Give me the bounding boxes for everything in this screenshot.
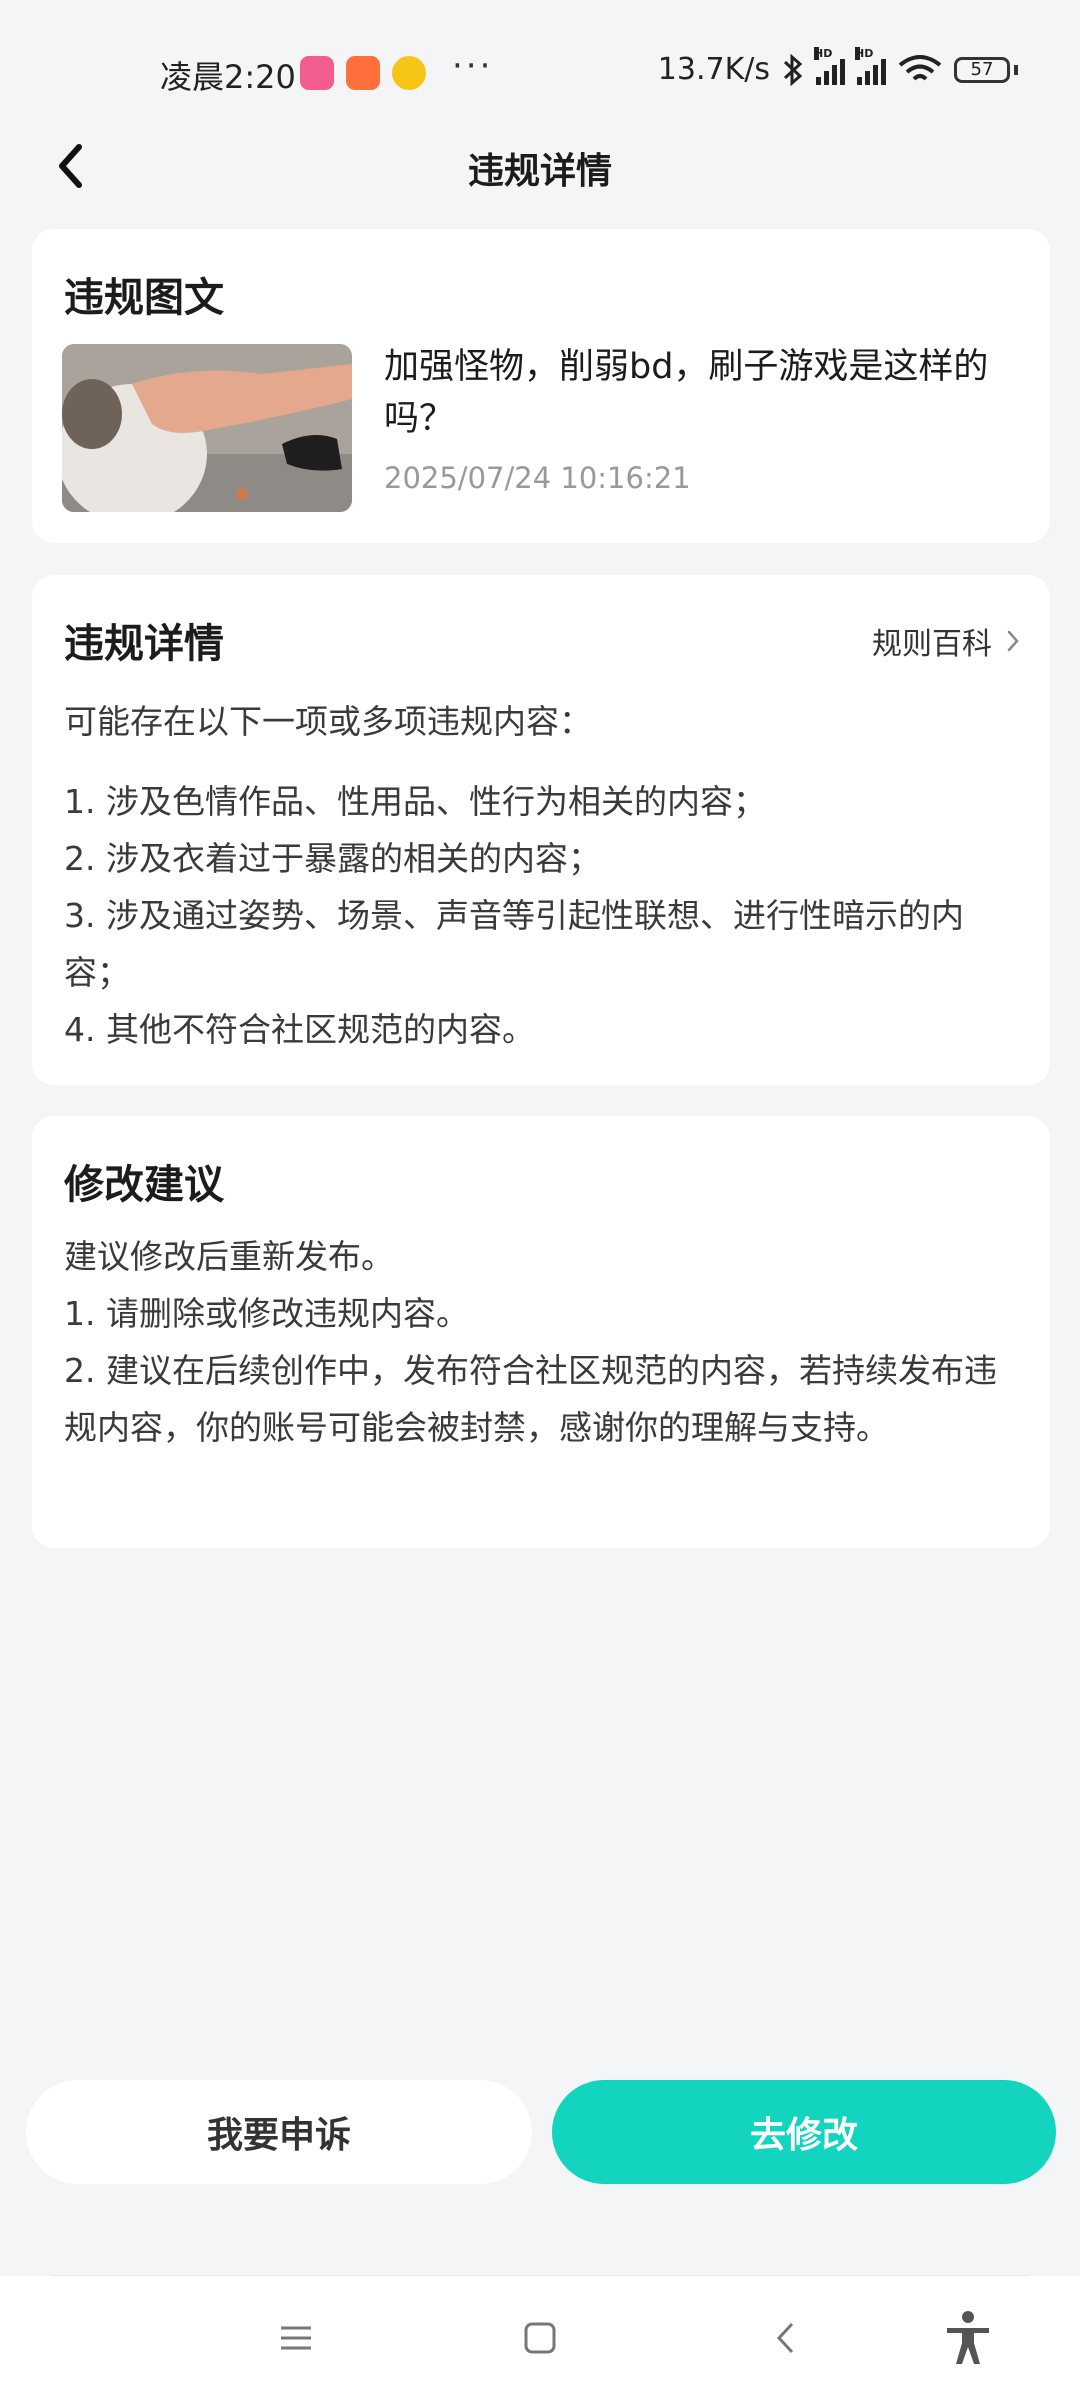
card-title: 违规图文 [64,275,224,321]
list-item: 建议修改后重新发布。 [64,1237,394,1276]
appeal-button[interactable]: 我要申诉 [26,2080,532,2184]
modify-button[interactable]: 去修改 [552,2080,1056,2184]
accessibility-icon[interactable] [940,2310,996,2366]
net-speed: 13.7K/s [657,52,770,87]
weibo-icon [392,56,426,90]
back-nav-icon[interactable] [758,2310,814,2366]
signal-icon: HD [814,46,845,85]
post-thumbnail[interactable] [62,344,352,512]
card-title: 违规详情 [64,621,224,667]
suggestion-text: 建议修改后重新发布。 1. 请删除或修改违规内容。 2. 建议在后续创作中，发布… [64,1228,1024,1456]
wifi-icon [898,54,942,80]
battery-icon: 57 [954,56,1010,83]
card-title: 修改建议 [64,1162,224,1208]
chevron-right-icon [1007,630,1019,652]
list-item: 4. 其他不符合社区规范的内容。 [64,1010,535,1049]
system-nav-bar [0,2276,1080,2400]
post-title[interactable]: 加强怪物，削弱bd，刷子游戏是这样的吗？ [384,341,1024,445]
bilibili-icon [300,56,334,90]
list-item: 2. 涉及衣着过于暴露的相关的内容； [64,839,601,878]
bluetooth-icon [783,53,803,86]
status-time: 凌晨2:20 [160,58,296,96]
page-title: 违规详情 [467,151,612,192]
rules-wiki-link[interactable]: 规则百科 [872,619,1020,663]
home-icon[interactable] [512,2310,568,2366]
post-time: 2025/07/24 10:16:21 [384,461,691,495]
violation-detail-card: 违规详情 规则百科 可能存在以下一项或多项违规内容： 1. 涉及色情作品、性用品… [32,575,1050,1085]
list-item: 1. 请删除或修改违规内容。 [64,1294,469,1333]
notes-app-icon [346,56,380,90]
status-right: 13.7K/s HD HD 57 [657,46,1018,87]
list-item: 2. 建议在后续创作中，发布符合社区规范的内容，若持续发布违规内容，你的账号可能… [64,1351,997,1447]
list-item: 3. 涉及通过姿势、场景、声音等引起性联想、进行性暗示的内容； [64,896,964,992]
violation-list: 1. 涉及色情作品、性用品、性行为相关的内容； 2. 涉及衣着过于暴露的相关的内… [64,773,1024,1058]
signal-icon-2: HD [855,46,886,85]
battery-tip [1014,64,1018,75]
more-notifications-icon: ··· [452,46,494,86]
rules-wiki-label: 规则百科 [872,627,992,662]
suggestion-card: 修改建议 建议修改后重新发布。 1. 请删除或修改违规内容。 2. 建议在后续创… [32,1116,1050,1548]
menu-icon[interactable] [268,2310,324,2366]
violation-post-card: 违规图文 加强怪物，削弱bd，刷子游戏是这样的吗？ 2025/07/24 10:… [32,229,1050,543]
list-item: 1. 涉及色情作品、性用品、性行为相关的内容； [64,782,766,821]
violation-intro: 可能存在以下一项或多项违规内容： [64,702,592,741]
page-header: 违规详情 [0,120,1080,210]
